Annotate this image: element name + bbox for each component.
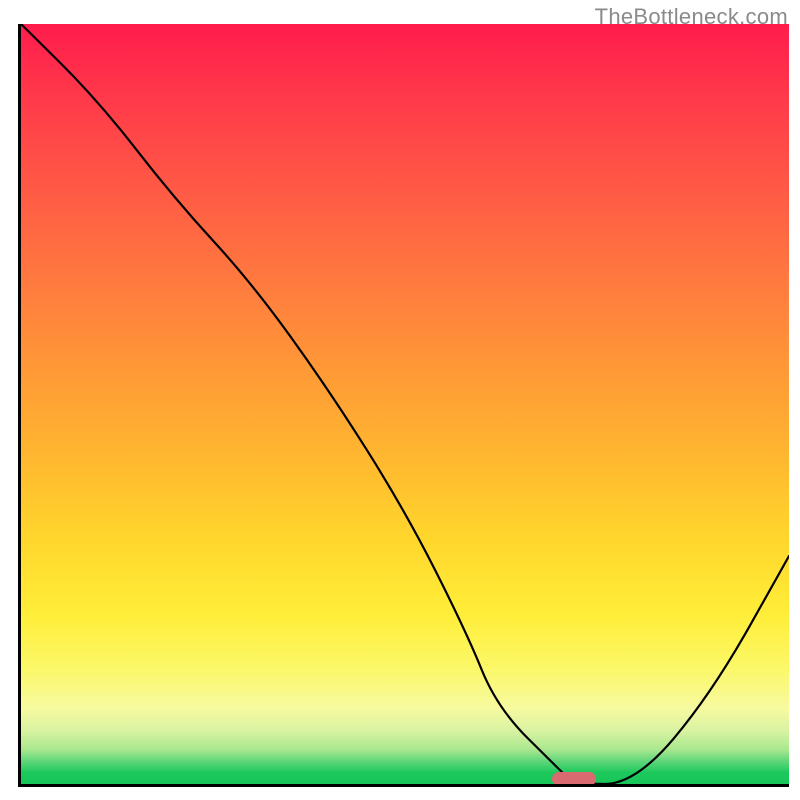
chart-container: TheBottleneck.com: [0, 0, 800, 800]
optimal-marker: [552, 772, 596, 786]
plot-area: [18, 24, 789, 787]
background-gradient: [21, 24, 789, 784]
